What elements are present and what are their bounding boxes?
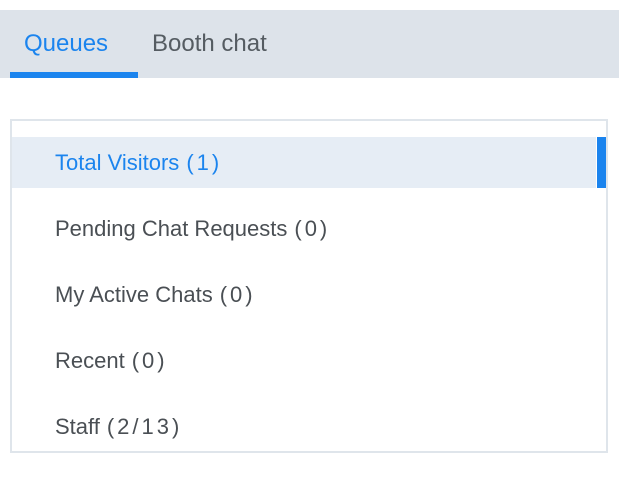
tab-booth-chat[interactable]: Booth chat — [152, 10, 267, 78]
queue-item-count: (2/13) — [106, 414, 183, 439]
queue-item-label: My Active Chats — [55, 282, 213, 307]
queue-item-count: (0) — [219, 282, 256, 307]
tab-booth-chat-label: Booth chat — [152, 30, 267, 57]
queue-item-label: Total Visitors — [55, 150, 180, 175]
queue-item-count: (0) — [294, 216, 331, 241]
queue-item-pending-chat-requests[interactable]: Pending Chat Requests (0) — [12, 203, 606, 254]
tab-bar: Queues Booth chat — [0, 10, 619, 78]
tab-queues-label: Queues — [24, 30, 109, 57]
queue-item-label: Pending Chat Requests — [55, 216, 288, 241]
queue-item-label: Recent — [55, 348, 125, 373]
queue-item-staff[interactable]: Staff (2/13) — [12, 401, 606, 452]
tab-queues[interactable]: Queues — [10, 10, 138, 78]
queue-item-label: Staff — [55, 414, 100, 439]
queue-list: Total Visitors (1) Pending Chat Requests(… — [12, 137, 606, 467]
queue-item-count: (0) — [131, 348, 168, 373]
queue-item-total-visitors[interactable]: Total Visitors (1) — [12, 137, 606, 188]
queue-item-my-active-chats[interactable]: My Active Chats (0) — [12, 269, 606, 320]
queue-item-count: (1) — [186, 150, 223, 175]
queues-panel: Total Visitors (1) Pending Chat Requests(… — [10, 119, 608, 453]
queue-item-recent[interactable]: Recent (0) — [12, 335, 606, 386]
